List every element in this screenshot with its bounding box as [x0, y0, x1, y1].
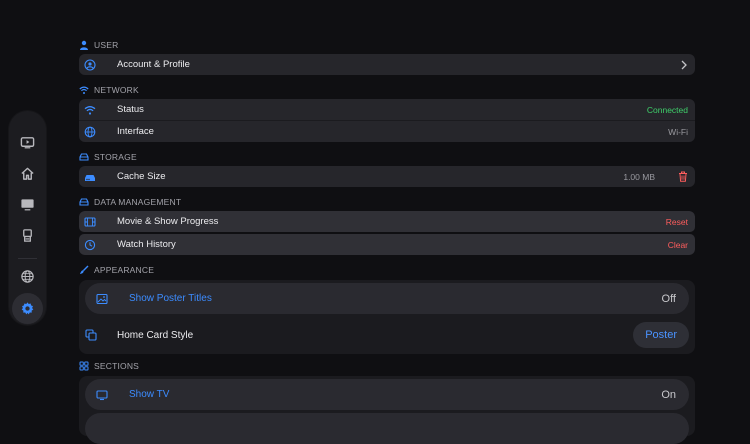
- reset-action[interactable]: Reset: [666, 217, 688, 227]
- next-section-row[interactable]: [85, 413, 689, 444]
- section-header-storage: STORAGE: [79, 151, 137, 163]
- section-title: APPEARANCE: [94, 265, 155, 275]
- section-header-data-management: DATA MANAGEMENT: [79, 196, 181, 208]
- section-header-user: USER: [79, 39, 118, 51]
- tv-icon: [95, 388, 108, 401]
- trash-icon[interactable]: [678, 171, 688, 182]
- grid-icon: [79, 361, 89, 371]
- section-title: USER: [94, 40, 119, 50]
- photo-icon: [95, 292, 108, 305]
- row-label: Interface: [117, 126, 154, 137]
- sidebar-item-library[interactable]: [12, 220, 43, 251]
- watch-history-row[interactable]: Watch History Clear: [79, 234, 695, 255]
- row-label: Account & Profile: [117, 59, 190, 70]
- user-group: Account & Profile: [79, 54, 695, 75]
- home-icon: [21, 167, 34, 180]
- row-label: Status: [117, 104, 144, 115]
- paintbrush-icon: [80, 265, 89, 274]
- card-stack-icon: [84, 329, 97, 342]
- account-profile-row[interactable]: Account & Profile: [79, 54, 695, 75]
- row-label: Home Card Style: [117, 329, 194, 341]
- toggle-value: On: [661, 388, 676, 401]
- network-interface-row: Interface Wi-Fi: [79, 120, 695, 142]
- movie-show-progress-row[interactable]: Movie & Show Progress Reset: [79, 211, 695, 232]
- wifi-icon: [83, 103, 96, 116]
- section-title: NETWORK: [94, 85, 139, 95]
- clear-action[interactable]: Clear: [668, 240, 688, 250]
- row-label: Movie & Show Progress: [117, 216, 219, 227]
- film-icon: [83, 215, 96, 228]
- cache-size-row[interactable]: Cache Size 1.00 MB: [79, 166, 695, 187]
- person-icon: [80, 40, 88, 50]
- row-label: Cache Size: [117, 171, 166, 182]
- row-label: Show TV: [129, 389, 170, 400]
- cache-stack-icon: [83, 170, 96, 183]
- sidebar: [9, 111, 46, 325]
- sidebar-item-media[interactable]: [12, 127, 43, 158]
- section-title: SECTIONS: [94, 361, 140, 371]
- show-poster-titles-row[interactable]: Show Poster Titles Off: [85, 283, 689, 314]
- chevron-right-icon: [681, 60, 687, 69]
- section-header-network: NETWORK: [79, 84, 139, 96]
- sidebar-divider: [18, 258, 37, 259]
- globe-icon: [83, 125, 96, 138]
- media-play-icon: [20, 137, 35, 149]
- data-management-group: Movie & Show Progress Reset Watch Histor…: [79, 211, 695, 255]
- sidebar-item-tv[interactable]: [12, 189, 43, 220]
- section-title: DATA MANAGEMENT: [94, 197, 182, 207]
- home-card-style-row[interactable]: Home Card Style Poster: [79, 317, 695, 353]
- history-clock-icon: [83, 238, 96, 251]
- storage-group: Cache Size 1.00 MB: [79, 166, 695, 187]
- sidebar-item-settings[interactable]: [12, 293, 43, 324]
- tv-icon: [21, 199, 34, 211]
- row-label: Show Poster Titles: [129, 293, 212, 304]
- toggle-value: Off: [661, 292, 676, 305]
- drive-icon: [79, 153, 89, 161]
- account-circle-icon: [83, 58, 96, 71]
- gear-icon: [21, 302, 34, 315]
- section-header-appearance: APPEARANCE: [79, 264, 154, 276]
- globe-icon: [21, 270, 34, 283]
- interface-value: Wi-Fi: [668, 126, 688, 137]
- network-status-row: Status Connected: [79, 99, 695, 120]
- sidebar-item-globe[interactable]: [12, 261, 43, 292]
- sidebar-item-home[interactable]: [12, 158, 43, 189]
- section-header-sections: SECTIONS: [79, 360, 139, 372]
- drive-icon: [79, 198, 89, 206]
- library-icon: [23, 229, 32, 242]
- row-label: Watch History: [117, 239, 176, 250]
- cache-size-value: 1.00 MB: [623, 171, 655, 182]
- status-value: Connected: [646, 104, 688, 115]
- card-style-picker[interactable]: Poster: [633, 322, 689, 348]
- show-tv-row[interactable]: Show TV On: [85, 379, 689, 410]
- wifi-icon: [79, 86, 89, 94]
- section-title: STORAGE: [94, 152, 137, 162]
- network-group: Status Connected Interface Wi-Fi: [79, 99, 695, 142]
